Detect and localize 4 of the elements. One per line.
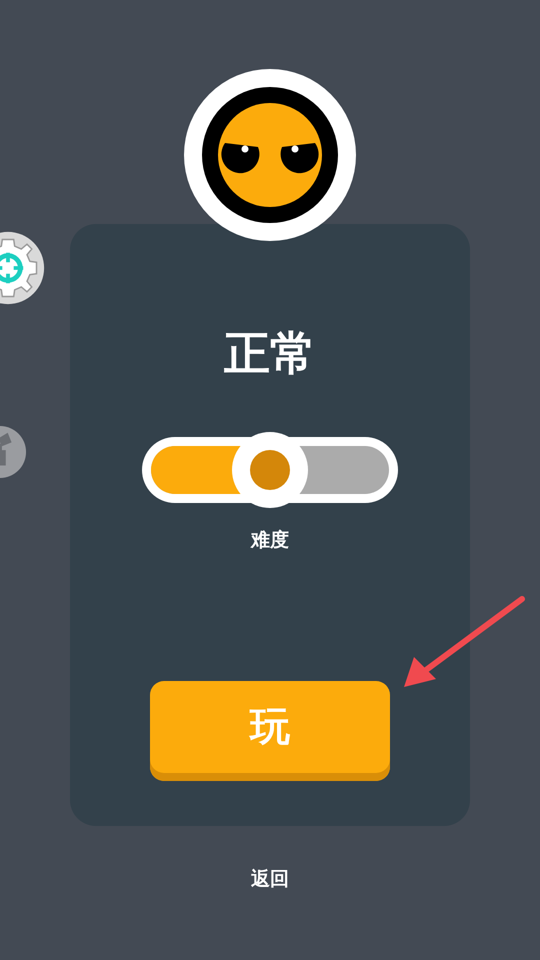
back-link[interactable]: 返回	[251, 866, 289, 892]
ball-character-icon	[184, 69, 356, 241]
mode-title: 正常	[224, 325, 316, 382]
slider-label: 难度	[251, 528, 289, 553]
